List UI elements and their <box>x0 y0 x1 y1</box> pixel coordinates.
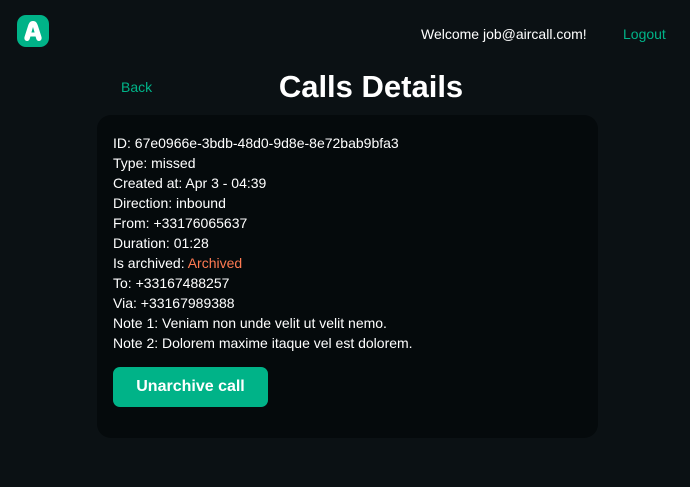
call-created-label: Created at: <box>113 175 186 191</box>
call-from-row: From: +33176065637 <box>113 213 413 233</box>
call-direction-value: inbound <box>176 195 226 211</box>
call-type-label: Type: <box>113 155 152 171</box>
call-note1-value: Veniam non unde velit ut velit nemo. <box>162 315 387 331</box>
call-from-value: +33176065637 <box>153 215 248 231</box>
call-archived-label: Is archived: <box>113 255 188 271</box>
call-note2-value: Dolorem maxime itaque vel est dolorem. <box>162 335 413 351</box>
aircall-logo-icon[interactable] <box>17 15 49 47</box>
call-to-row: To: +33167488257 <box>113 273 413 293</box>
call-direction-label: Direction: <box>113 195 177 211</box>
call-duration-value: 01:28 <box>173 235 209 251</box>
call-id-label: ID: <box>113 135 135 151</box>
call-note2-label: Note 2: <box>113 335 163 351</box>
call-via-value: +33167989388 <box>140 295 235 311</box>
unarchive-call-button[interactable]: Unarchive call <box>113 367 268 407</box>
call-type-row: Type: missed <box>113 153 413 173</box>
call-id-value: 67e0966e-3bdb-48d0-9d8e-8e72bab9bfa3 <box>134 135 399 151</box>
call-duration-label: Duration: <box>113 235 174 251</box>
call-note1-label: Note 1: <box>113 315 163 331</box>
call-via-label: Via: <box>113 295 141 311</box>
call-note1-row: Note 1: Veniam non unde velit ut velit n… <box>113 313 413 333</box>
call-via-row: Via: +33167989388 <box>113 293 413 313</box>
archived-status: Archived <box>187 255 243 271</box>
call-created-value: Apr 3 - 04:39 <box>185 175 267 191</box>
call-details-page: Welcome job@aircall.com! Logout Back Cal… <box>0 0 690 487</box>
call-created-row: Created at: Apr 3 - 04:39 <box>113 173 413 193</box>
call-direction-row: Direction: inbound <box>113 193 413 213</box>
call-duration-row: Duration: 01:28 <box>113 233 413 253</box>
call-details-card: ID: 67e0966e-3bdb-48d0-9d8e-8e72bab9bfa3… <box>97 115 598 438</box>
logout-link[interactable]: Logout <box>623 25 666 43</box>
call-archived-row: Is archived: Archived <box>113 253 413 273</box>
call-note2-row: Note 2: Dolorem maxime itaque vel est do… <box>113 333 413 353</box>
call-id-row: ID: 67e0966e-3bdb-48d0-9d8e-8e72bab9bfa3 <box>113 133 413 153</box>
call-from-label: From: <box>113 215 154 231</box>
call-details-list: ID: 67e0966e-3bdb-48d0-9d8e-8e72bab9bfa3… <box>113 133 413 353</box>
welcome-message: Welcome job@aircall.com! <box>421 26 587 42</box>
call-to-label: To: <box>113 275 136 291</box>
call-to-value: +33167488257 <box>135 275 230 291</box>
page-title: Calls Details <box>278 69 464 104</box>
call-type-value: missed <box>151 155 196 171</box>
logo-glyph <box>24 21 42 41</box>
